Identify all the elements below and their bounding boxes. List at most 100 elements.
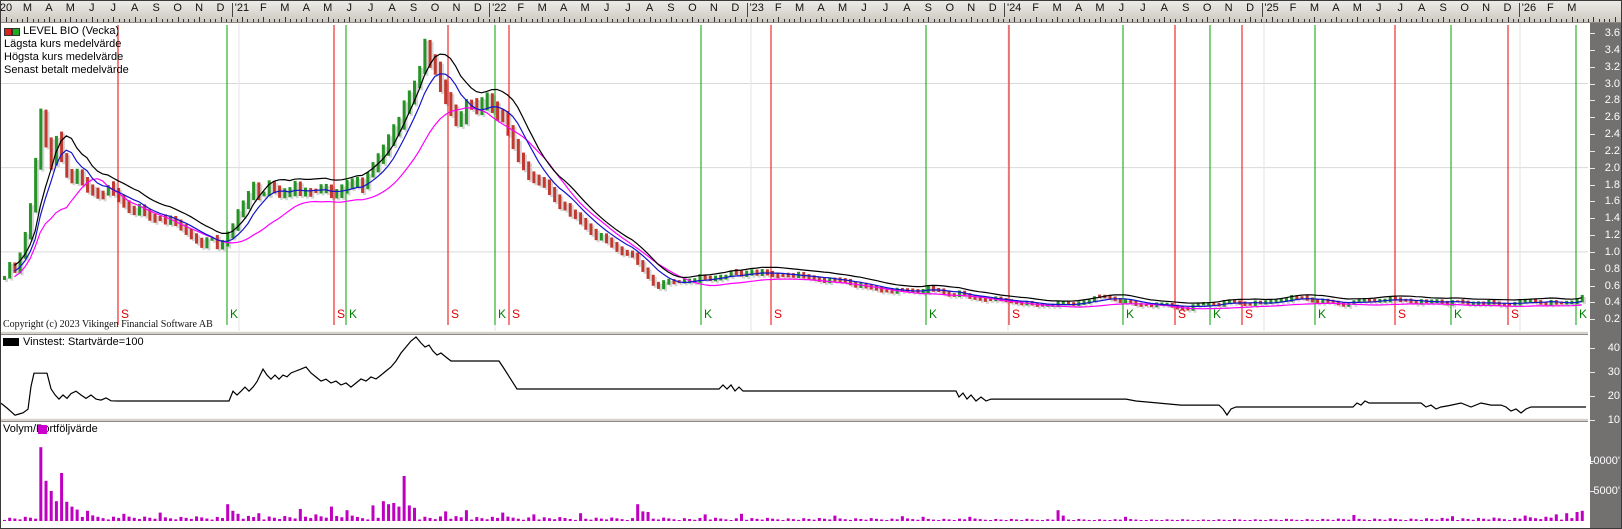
axis-tick	[692, 17, 693, 22]
axis-month-label: A	[903, 2, 910, 14]
axis-tick	[151, 19, 152, 22]
axis-tick	[1373, 19, 1374, 22]
axis-month-label: M	[66, 2, 75, 14]
scale-tick	[1590, 348, 1595, 349]
axis-tick	[376, 19, 377, 22]
series-green-square-icon	[12, 28, 20, 36]
scale-tick	[1590, 201, 1595, 202]
legend-ma-last: Senast betalt medelvärde	[4, 64, 129, 77]
axis-month-label: A	[1161, 2, 1168, 14]
axis-tick	[1014, 17, 1015, 22]
axis-tick	[1390, 19, 1391, 22]
axis-tick	[617, 19, 618, 22]
price-scale-label: 3.0	[1605, 78, 1620, 90]
axis-tick	[1314, 17, 1315, 22]
axis-tick	[381, 19, 382, 22]
axis-tick	[762, 19, 763, 22]
axis-tick	[1572, 17, 1573, 22]
axis-tick	[1223, 19, 1224, 22]
price-scale-label: 1.6	[1605, 195, 1620, 207]
axis-tick	[982, 19, 983, 22]
price-scale-label: 0.2	[1605, 313, 1620, 325]
axis-tick	[1400, 17, 1401, 22]
vikingen-chart-window: 20MAMJJASOND'21FMAMJJASOND'22FMAMJJASOND…	[0, 0, 1622, 529]
axis-month-label: S	[667, 2, 674, 14]
axis-tick	[317, 19, 318, 22]
legend-ma-low: Lägsta kurs medelvärde	[4, 38, 129, 51]
axis-tick	[1454, 19, 1455, 22]
axis-tick	[371, 17, 372, 22]
buy-signal-marker: K	[1454, 307, 1462, 321]
axis-tick	[1154, 19, 1155, 22]
axis-month-label: S	[1182, 2, 1189, 14]
axis-tick	[767, 19, 768, 22]
axis-month-label: J	[861, 2, 867, 14]
vinstest-scale-label: 30	[1608, 366, 1620, 378]
axis-month-label: N	[710, 2, 718, 14]
axis-tick	[526, 19, 527, 22]
scale-tick	[1590, 396, 1595, 397]
profit-test-label: Vinstest: Startvärde=100	[23, 336, 144, 348]
axis-tick	[580, 19, 581, 22]
axis-tick	[784, 19, 785, 22]
vinstest-black-square-icon	[3, 338, 19, 346]
axis-tick	[1556, 19, 1557, 22]
axis-tick	[971, 17, 972, 22]
axis-tick	[349, 17, 350, 22]
axis-tick	[204, 19, 205, 22]
axis-tick	[875, 19, 876, 22]
sell-signal-marker: S	[1245, 307, 1253, 321]
axis-month-label: F	[1547, 2, 1554, 14]
axis-tick	[1234, 19, 1235, 22]
axis-tick	[574, 19, 575, 22]
price-chart-canvas[interactable]	[1, 23, 1588, 331]
scale-tick	[1590, 151, 1595, 152]
axis-tick	[1127, 19, 1128, 22]
axis-tick	[1025, 19, 1026, 22]
axis-tick	[1347, 19, 1348, 22]
axis-tick	[1164, 17, 1165, 22]
buy-signal-marker: K	[230, 307, 238, 321]
profit-test-canvas[interactable]	[1, 335, 1588, 418]
axis-tick	[1577, 19, 1578, 22]
profit-test-panel[interactable]: Vinstest: Startvärde=100	[1, 335, 1588, 418]
axis-tick	[119, 19, 120, 22]
scale-tick	[1590, 185, 1595, 186]
axis-tick	[1298, 19, 1299, 22]
axis-month-label: A	[388, 2, 395, 14]
axis-tick	[1191, 19, 1192, 22]
volume-canvas[interactable]	[1, 422, 1588, 529]
axis-month-label: M	[1095, 2, 1104, 14]
axis-tick	[950, 17, 951, 22]
axis-month-label: D	[1504, 2, 1512, 14]
sell-signal-marker: S	[1012, 307, 1020, 321]
volume-panel[interactable]: Volym/Portföljvärde	[1, 422, 1588, 529]
axis-tick	[1196, 19, 1197, 22]
axis-month-label: D	[989, 2, 997, 14]
axis-tick	[1491, 19, 1492, 22]
axis-tick	[1180, 19, 1181, 22]
axis-tick	[907, 17, 908, 22]
price-scale-label: 0.6	[1605, 280, 1620, 292]
axis-tick	[1545, 19, 1546, 22]
axis-tick	[891, 19, 892, 22]
buy-signal-marker: K	[1318, 307, 1326, 321]
axis-tick	[671, 17, 672, 22]
axis-tick	[607, 17, 608, 22]
axis-tick	[1304, 19, 1305, 22]
axis-tick	[76, 19, 77, 22]
axis-tick	[585, 17, 586, 22]
axis-year-label: 20	[0, 2, 12, 14]
axis-tick	[676, 19, 677, 22]
axis-tick	[1566, 19, 1567, 22]
axis-month-label: F	[1290, 2, 1297, 14]
price-chart-panel[interactable]: LEVEL BIO (Vecka) Lägsta kurs medelvärde…	[1, 23, 1588, 331]
copyright-text: Copyright (c) 2023 Vikingen Financial So…	[3, 319, 213, 330]
axis-tick	[698, 19, 699, 22]
axis-tick	[210, 19, 211, 22]
axis-tick	[1009, 19, 1010, 22]
axis-tick	[1432, 19, 1433, 22]
axis-tick	[1282, 19, 1283, 22]
axis-month-label: A	[303, 2, 310, 14]
axis-tick	[666, 19, 667, 22]
